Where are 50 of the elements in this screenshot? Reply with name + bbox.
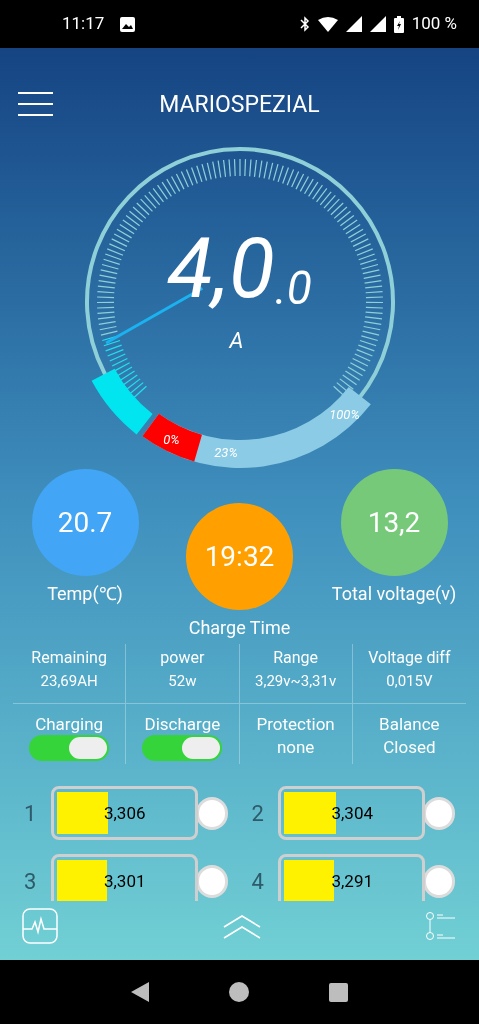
toggle-switch[interactable]: [142, 735, 223, 762]
cell-balance-indicator: [423, 864, 455, 898]
status-time: 11:17: [62, 12, 105, 36]
battery-icon: [393, 15, 404, 33]
cell-number: 3: [24, 867, 38, 896]
menu-icon[interactable]: [18, 92, 53, 116]
toggle-switch[interactable]: [29, 735, 110, 762]
current-decimal: .0: [274, 265, 312, 311]
reading-value: 19:32: [204, 538, 275, 575]
control-value: none: [276, 737, 315, 759]
signal-icon: [369, 16, 386, 32]
gauge-scale-label: 0%: [163, 432, 180, 446]
reading-label: Total voltage(v): [331, 582, 457, 606]
bluetooth-icon: [299, 16, 310, 32]
stat-value: 52w: [168, 671, 197, 692]
signal-icon: [345, 16, 362, 32]
cell-number: 4: [251, 867, 265, 896]
stat-value: 3,29v~3,31v: [255, 671, 337, 692]
gauge-scale-label: 100%: [329, 407, 360, 421]
current-unit: A: [229, 330, 244, 352]
control-label: Balance: [379, 714, 440, 736]
battery-percent: 100 %: [411, 12, 457, 36]
cell-number: 1: [24, 799, 38, 828]
stat-label: Remaining: [31, 647, 107, 669]
cell-number: 2: [251, 799, 265, 828]
control-label: Protection: [256, 714, 335, 736]
stat-label: power: [160, 647, 205, 669]
cell-balance-indicator: [423, 796, 455, 830]
stat-value: 0,015V: [386, 671, 433, 692]
stat-label: Range: [273, 647, 319, 669]
control-label: Discharge: [144, 714, 221, 736]
chart-icon[interactable]: [22, 908, 58, 944]
control-value: Closed: [383, 737, 436, 759]
stat-value: 23,69AH: [40, 671, 98, 692]
wifi-icon: [317, 16, 338, 32]
image-icon: [120, 16, 136, 32]
back-icon[interactable]: [131, 982, 149, 1002]
reading-label: Charge Time: [188, 616, 291, 640]
stat-label: Voltage diff: [368, 647, 451, 669]
home-icon[interactable]: [229, 982, 249, 1002]
recents-icon[interactable]: [329, 982, 348, 1002]
gauge-scale-label: 23%: [214, 446, 238, 460]
reading-value: 20.7: [57, 504, 113, 541]
reading-value: 13,2: [367, 504, 421, 541]
chevron-up-icon[interactable]: [222, 913, 261, 939]
current-reading: 4,0: [167, 227, 275, 311]
control-label: Charging: [35, 714, 104, 736]
device-title: MARIOSPEZIAL: [159, 90, 320, 121]
timeline-icon[interactable]: [425, 911, 457, 941]
reading-label: Temp(℃): [47, 582, 123, 606]
